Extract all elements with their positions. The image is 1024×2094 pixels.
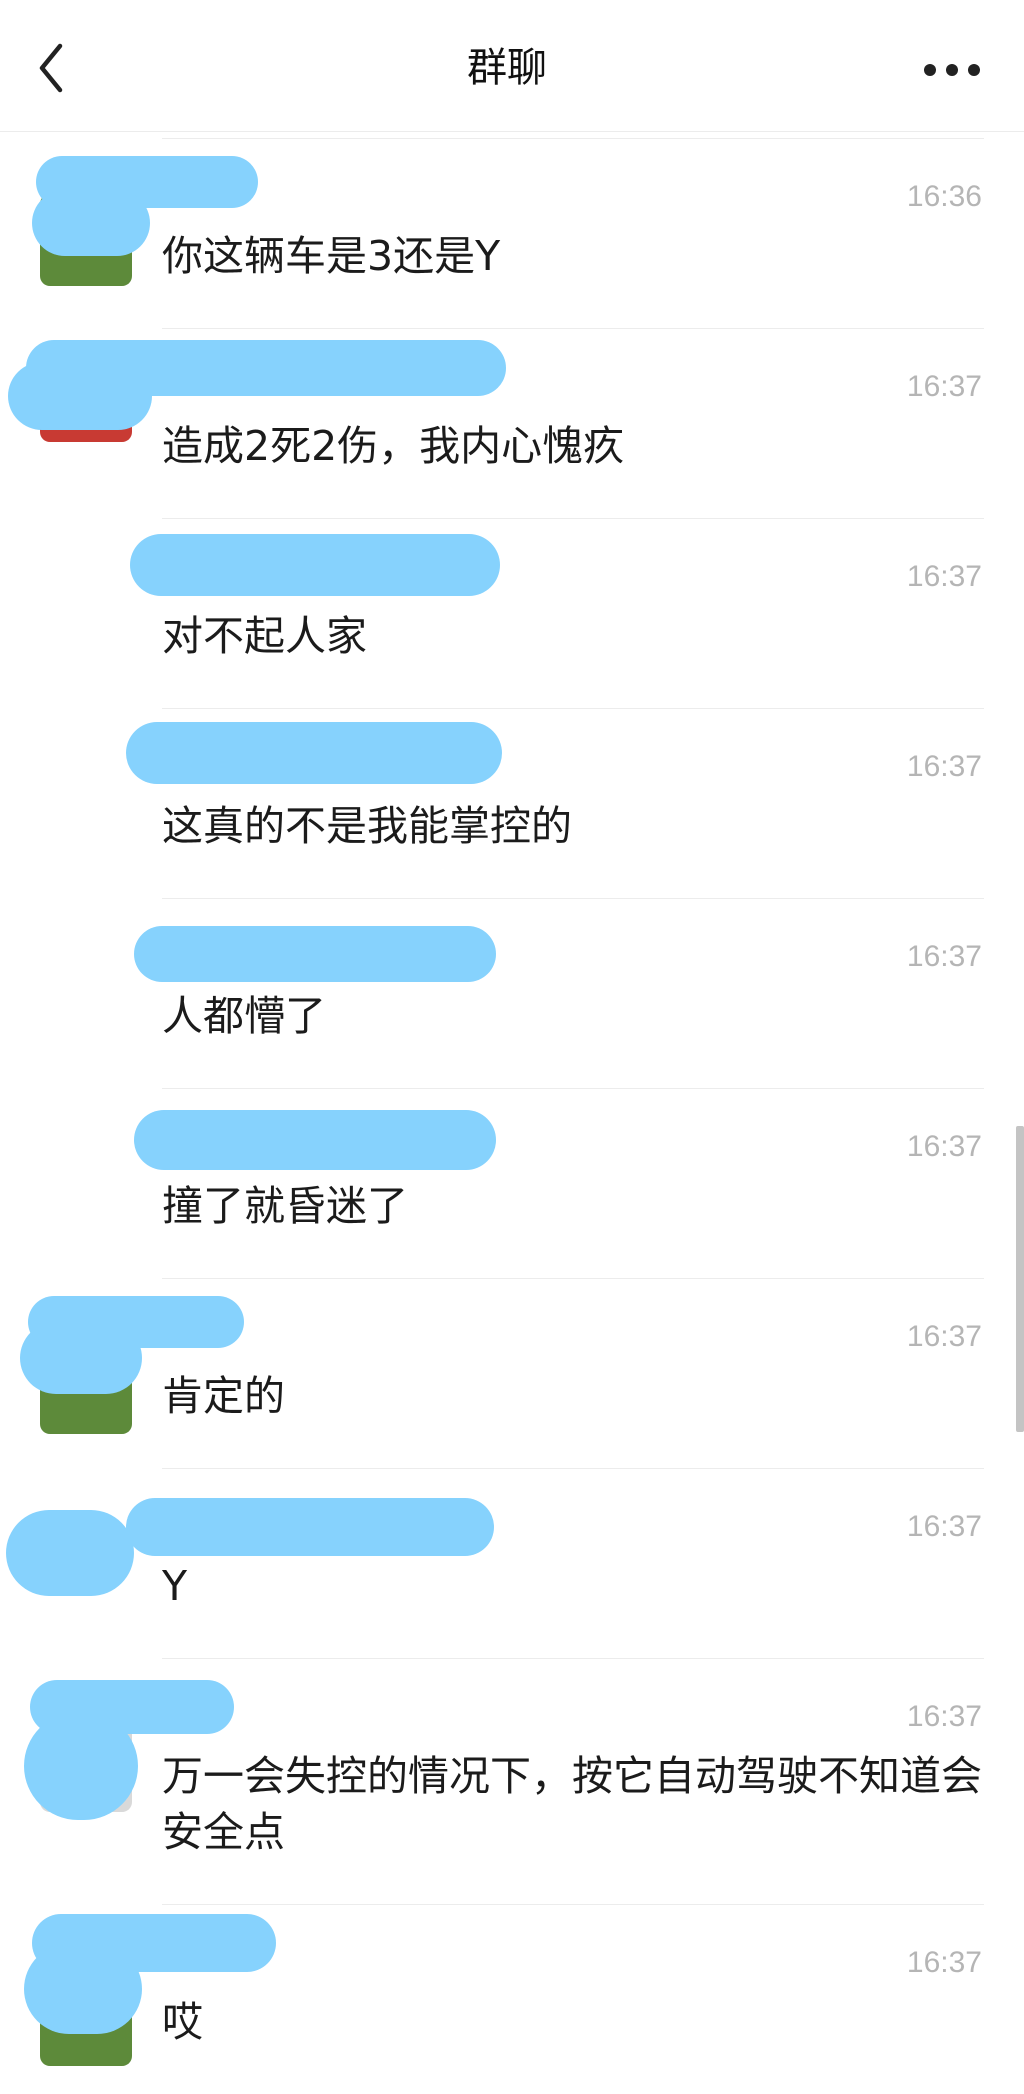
divider: [162, 898, 984, 899]
message-time: 16:37: [906, 750, 982, 783]
message-text: 万一会失控的情况下，按它自动驾驶不知道会安全点: [162, 1752, 982, 1856]
redaction-mark: [32, 190, 150, 256]
message-text: Y: [162, 1562, 188, 1610]
message-row[interactable]: 16:37 撞了就昏迷了: [0, 1088, 1024, 1278]
message-time: 16:37: [906, 1320, 982, 1353]
divider: [162, 328, 984, 329]
more-dots-icon: [924, 64, 980, 76]
message-time: 16:36: [906, 180, 982, 213]
redaction-mark: [8, 362, 152, 430]
message-text: 人都懵了: [162, 992, 326, 1040]
message-row[interactable]: 16:37 肯定的: [0, 1278, 1024, 1468]
message-row[interactable]: 16:37 这真的不是我能掌控的: [0, 708, 1024, 898]
message-row[interactable]: 16:37 Y: [0, 1468, 1024, 1658]
message-row[interactable]: 16:37 人都懵了: [0, 898, 1024, 1088]
more-options-button[interactable]: [922, 50, 982, 90]
message-time: 16:37: [906, 1130, 982, 1163]
message-row[interactable]: 16:37 对不起人家: [0, 518, 1024, 708]
message-text: 你这辆车是3还是Y: [162, 232, 501, 280]
message-text: 撞了就昏迷了: [162, 1182, 408, 1230]
message-time: 16:37: [906, 1510, 982, 1543]
top-nav-bar: 群聊: [0, 0, 1024, 132]
message-text: 造成2死2伤，我内心愧疚: [162, 422, 625, 470]
redaction-mark: [24, 1712, 138, 1820]
message-row[interactable]: 16:37 哎: [0, 1904, 1024, 2094]
redaction-mark: [134, 926, 496, 982]
message-text: 对不起人家: [162, 612, 367, 660]
divider: [162, 1088, 984, 1089]
divider: [162, 518, 984, 519]
redaction-mark: [6, 1510, 134, 1596]
message-row[interactable]: 16:37 万一会失控的情况下，按它自动驾驶不知道会安全点: [0, 1658, 1024, 1904]
message-list[interactable]: 16:36 你这辆车是3还是Y 16:37 造成2死2伤，我内心愧疚 16:37…: [0, 138, 1024, 2094]
page-title: 群聊: [467, 45, 547, 91]
scrollbar[interactable]: [1016, 1126, 1024, 1432]
divider: [162, 138, 984, 139]
divider: [162, 708, 984, 709]
message-time: 16:37: [906, 1700, 982, 1733]
divider: [162, 1904, 984, 1905]
message-row[interactable]: 16:36 你这辆车是3还是Y: [0, 138, 1024, 328]
divider: [162, 1278, 984, 1279]
message-time: 16:37: [906, 370, 982, 403]
redaction-mark: [134, 1110, 496, 1170]
redaction-mark: [24, 1944, 142, 2034]
message-text: 这真的不是我能掌控的: [162, 802, 572, 850]
redaction-mark: [20, 1322, 142, 1394]
redaction-mark: [126, 722, 502, 784]
divider: [162, 1658, 984, 1659]
divider: [162, 1468, 984, 1469]
message-row[interactable]: 16:37 造成2死2伤，我内心愧疚: [0, 328, 1024, 518]
message-time: 16:37: [906, 940, 982, 973]
message-text: 哎: [162, 1998, 203, 2046]
message-time: 16:37: [906, 1946, 982, 1979]
redaction-mark: [130, 534, 500, 596]
message-text: 肯定的: [162, 1372, 285, 1420]
message-time: 16:37: [906, 560, 982, 593]
redaction-mark: [126, 1498, 494, 1556]
